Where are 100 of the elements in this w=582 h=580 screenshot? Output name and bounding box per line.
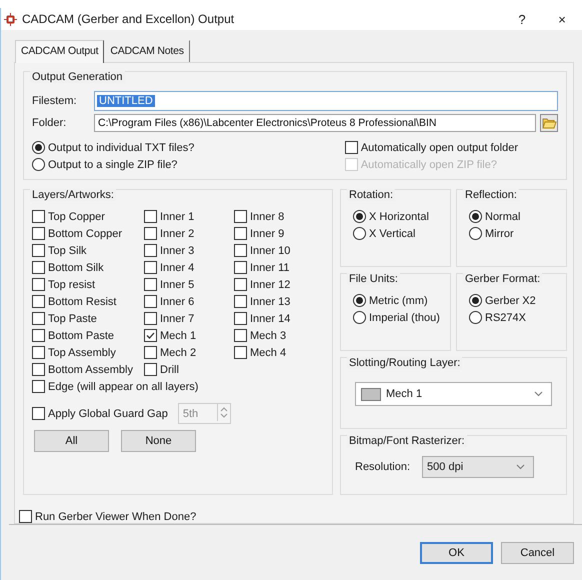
group-title: Gerber Format: (463, 273, 542, 285)
checkbox[interactable] (234, 227, 247, 240)
radio-button[interactable] (353, 294, 366, 307)
group-title: Slotting/Routing Layer: (347, 357, 462, 369)
select-button[interactable]: All (34, 430, 109, 452)
help-button[interactable]: ? (502, 12, 542, 26)
radio-button[interactable] (353, 227, 366, 240)
radio-label: Gerber X2 (485, 294, 536, 306)
radio-button[interactable] (469, 227, 482, 240)
checkbox[interactable] (32, 278, 45, 291)
checkbox-label: Mech 1 (160, 330, 196, 342)
checkbox-label: Bottom Copper (48, 228, 122, 240)
radio-label: Output to a single ZIP file? (48, 158, 178, 170)
checkbox[interactable] (144, 312, 157, 325)
radio-button[interactable] (32, 158, 45, 171)
radio-label: Normal (485, 210, 520, 222)
group-title: Rotation: (347, 189, 396, 201)
checkbox-label: Mech 3 (250, 330, 286, 342)
checkbox-label: Top Paste (48, 312, 97, 324)
checkbox-label: Inner 8 (250, 210, 284, 222)
checkbox-label: Run Gerber Viewer When Done? (35, 510, 196, 522)
checkbox-label: Inner 2 (160, 228, 194, 240)
checkbox[interactable] (234, 312, 247, 325)
radio-label: Mirror (485, 228, 514, 240)
checkbox-label: Bottom Resist (48, 296, 116, 308)
radio-button[interactable] (353, 311, 366, 324)
checkbox[interactable] (144, 329, 157, 342)
checkbox[interactable] (234, 295, 247, 308)
checkbox[interactable] (144, 346, 157, 359)
filestem-field[interactable]: UNTITLED (94, 91, 558, 111)
checkbox[interactable] (234, 278, 247, 291)
radio-button[interactable] (32, 141, 45, 154)
checkbox[interactable] (234, 210, 247, 223)
checkbox[interactable] (32, 329, 45, 342)
spinner-arrows-icon[interactable] (216, 404, 230, 421)
select-button[interactable]: None (121, 430, 196, 452)
radio-label: X Horizontal (369, 210, 429, 222)
checkbox-label: Apply Global Guard Gap (48, 408, 168, 420)
checkbox[interactable] (32, 312, 45, 325)
checkbox[interactable] (144, 278, 157, 291)
tab[interactable]: CADCAM Output (15, 40, 104, 63)
checkbox[interactable] (144, 295, 157, 308)
radio-button[interactable] (469, 210, 482, 223)
checkbox[interactable] (234, 261, 247, 274)
checkbox[interactable] (32, 261, 45, 274)
checkbox-label: Bottom Assembly (48, 364, 133, 376)
close-button[interactable]: × (542, 12, 582, 26)
dropdown-caret-icon (534, 391, 543, 397)
checkbox-label: Bottom Paste (48, 330, 114, 342)
checkbox-label: Inner 9 (250, 228, 284, 240)
checkbox-label: Edge (will appear on all layers) (48, 380, 198, 392)
checkbox[interactable] (32, 295, 45, 308)
checkbox-label: Inner 5 (160, 278, 194, 290)
dialog-button[interactable]: OK (420, 542, 493, 564)
radio-label: X Vertical (369, 228, 416, 240)
folder-icon[interactable] (540, 114, 558, 132)
checkbox[interactable] (32, 346, 45, 359)
checkbox-label: Drill (160, 364, 179, 376)
checkbox-label: Bottom Silk (48, 262, 104, 274)
checkbox[interactable] (344, 141, 358, 154)
group-title: Reflection: (463, 189, 519, 201)
checkbox[interactable] (144, 227, 157, 240)
checkbox[interactable] (234, 329, 247, 342)
checkbox[interactable] (32, 244, 45, 257)
layer-dropdown[interactable]: Mech 1 (355, 382, 552, 406)
checkbox[interactable] (32, 363, 45, 376)
radio-button[interactable] (469, 294, 482, 307)
resolution-dropdown[interactable]: 500 dpi (422, 456, 534, 478)
radio-label: Output to individual TXT files? (48, 142, 194, 154)
checkbox[interactable] (144, 363, 157, 376)
checkbox-label: Inner 6 (160, 296, 194, 308)
radio-label: RS274X (485, 312, 526, 324)
checkbox[interactable] (19, 510, 32, 523)
checkbox[interactable] (144, 261, 157, 274)
checkbox[interactable] (32, 227, 45, 240)
checkbox-label: Mech 4 (250, 346, 286, 358)
checkbox-label: Inner 4 (160, 262, 194, 274)
checkbox[interactable] (32, 380, 45, 393)
checkbox[interactable] (144, 210, 157, 223)
dialog-button[interactable]: Cancel (501, 542, 574, 564)
field-label: Resolution: (355, 461, 410, 473)
folder-field[interactable]: C:\Program Files (x86)\Labcenter Electronics\Proteus 8 Professional\BIN (94, 114, 536, 132)
checkbox-label: Automatically open output folder (360, 142, 518, 154)
radio-button[interactable] (469, 311, 482, 324)
checkbox-label: Inner 14 (250, 312, 290, 324)
dropdown-caret-icon (516, 464, 526, 470)
checkbox-label: Top resist (48, 278, 96, 290)
checkbox[interactable] (32, 407, 45, 420)
checkbox[interactable] (234, 346, 247, 359)
checkbox-label: Mech 2 (160, 346, 196, 358)
radio-button[interactable] (353, 210, 366, 223)
field-label: Folder: (32, 117, 68, 129)
checkbox-label: Top Copper (48, 210, 105, 222)
radio-label: Imperial (thou) (369, 312, 440, 324)
checkbox[interactable] (32, 210, 45, 223)
field-label: Filestem: (32, 95, 78, 107)
checkbox[interactable] (144, 244, 157, 257)
checkbox[interactable] (234, 244, 247, 257)
group-title: Output Generation (30, 71, 125, 83)
group-title: File Units: (347, 273, 400, 285)
